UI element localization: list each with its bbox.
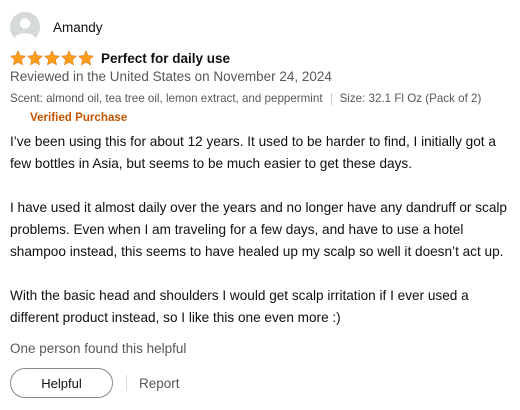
reviewer-name[interactable]: Amandy	[53, 20, 103, 35]
review-paragraph: With the basic head and shoulders I woul…	[10, 288, 469, 325]
user-silhouette-icon	[10, 12, 40, 42]
review-date: Reviewed in the United States on Novembe…	[10, 69, 332, 84]
star-icon	[44, 50, 60, 66]
report-link[interactable]: Report	[139, 376, 180, 391]
review-paragraph: I have used it almost daily over the yea…	[10, 200, 507, 259]
variant-size[interactable]: Size: 32.1 Fl Oz (Pack of 2)	[340, 92, 482, 105]
star-icon	[78, 50, 94, 66]
review-body: I’ve been using this for about 12 years.…	[10, 131, 515, 351]
product-variant-info: Scent: almond oil, tea tree oil, lemon e…	[10, 92, 481, 105]
reviewer-profile[interactable]: Amandy	[10, 12, 103, 42]
review-actions: Helpful Report	[10, 368, 180, 398]
review-title[interactable]: Perfect for daily use	[101, 51, 230, 66]
variant-separator	[330, 92, 332, 105]
star-rating[interactable]	[10, 50, 95, 66]
action-divider	[126, 375, 127, 391]
star-icon	[27, 50, 43, 66]
helpful-count: One person found this helpful	[10, 341, 187, 356]
customer-review: Amandy Perfect for daily use Reviewed in…	[0, 0, 520, 410]
rating-row: Perfect for daily use	[10, 48, 230, 68]
variant-scent[interactable]: Scent: almond oil, tea tree oil, lemon e…	[10, 92, 323, 105]
helpful-button[interactable]: Helpful	[10, 368, 113, 398]
review-paragraph: I’ve been using this for about 12 years.…	[10, 134, 496, 171]
star-icon	[10, 50, 26, 66]
star-icon	[61, 50, 77, 66]
verified-purchase-badge[interactable]: Verified Purchase	[30, 111, 127, 124]
